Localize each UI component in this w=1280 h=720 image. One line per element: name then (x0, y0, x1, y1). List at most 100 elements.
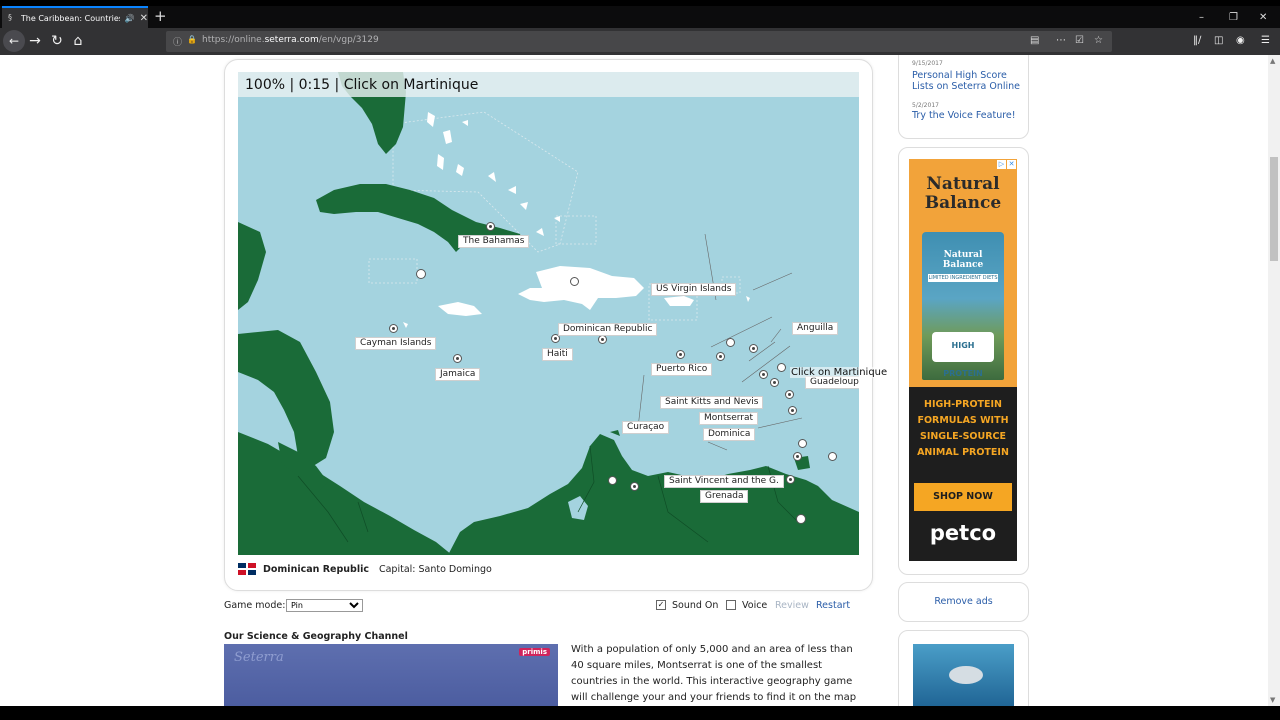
petco-ad[interactable]: ▷ ✕ Natural Balance Natural Balance LIMI… (909, 159, 1017, 561)
scroll-up-icon[interactable]: ▲ (1270, 57, 1275, 65)
pin-trinidad[interactable] (796, 514, 806, 524)
label-anguilla: Anguilla (792, 322, 839, 335)
minimize-button[interactable]: – (1199, 12, 1204, 23)
game-mode-select[interactable]: Pin (286, 599, 363, 612)
ad-close-icon[interactable]: ✕ (1007, 160, 1016, 169)
home-button[interactable]: ⌂ (68, 32, 88, 50)
os-bottom-bar (0, 706, 1280, 720)
turks-caicos-outline (555, 215, 597, 245)
pin-skn[interactable] (759, 370, 768, 379)
scroll-down-icon[interactable]: ▼ (1270, 696, 1275, 704)
restart-link[interactable]: Restart (816, 600, 850, 611)
country-info: Dominican Republic Capital: Santo Doming… (238, 559, 492, 579)
scrollbar-thumb[interactable] (1270, 157, 1278, 261)
sound-checkbox[interactable]: ✓ (656, 600, 666, 610)
label-haiti: Haiti (542, 348, 573, 361)
account-icon[interactable]: ◉ (1236, 35, 1245, 46)
review-link[interactable]: Review (775, 600, 809, 611)
news-link[interactable]: Personal High Score Lists on Seterra Onl… (912, 70, 1022, 92)
shark-thumbnail-image[interactable] (913, 644, 1014, 706)
abc-islands (610, 430, 620, 436)
video-thumb-box[interactable] (898, 630, 1029, 706)
url-text[interactable]: https://online.seterra.com/en/vgp/3129 (202, 35, 379, 45)
nav-bar: ← → ↻ ⌂ ⓘ 🔒 https://online.seterra.com/e… (0, 28, 1280, 55)
video-player[interactable]: Seterra primis (224, 644, 558, 706)
pin-bvi[interactable] (726, 338, 735, 347)
pin-montserrat[interactable] (770, 378, 779, 387)
page-scrollbar[interactable]: ▲ ▼ (1268, 55, 1280, 706)
pin-anguilla[interactable] (749, 344, 758, 353)
info-icon[interactable]: ⓘ (173, 35, 182, 48)
label-jamaica: Jamaica (435, 368, 481, 381)
dominican-republic-flag-icon (238, 563, 256, 575)
pin-aruba[interactable] (608, 476, 617, 485)
tab-title: The Caribbean: Countries - Map Quiz Game (20, 13, 120, 23)
label-bahamas: The Bahamas (458, 235, 530, 248)
tab-strip: § The Caribbean: Countries - Map Quiz Ga… (0, 6, 1280, 28)
game-description: With a population of only 5,000 and an a… (571, 644, 857, 703)
forward-button[interactable]: → (25, 32, 45, 50)
ad-brand: Natural Balance (924, 174, 1002, 213)
cursor-tooltip: Click on Martinique (790, 367, 889, 378)
new-tab-button[interactable]: + (154, 9, 167, 24)
label-svg: Saint Vincent and the G. (664, 475, 784, 488)
pin-turks-caicos[interactable] (570, 277, 579, 286)
news-date: 5/2/2017 (912, 102, 939, 109)
country-name: Dominican Republic (263, 563, 369, 575)
pin-saint-lucia[interactable] (793, 452, 802, 461)
library-icon[interactable]: ‖∕ (1193, 35, 1201, 46)
restore-button[interactable]: ❐ (1229, 12, 1238, 23)
tab-close-icon[interactable]: ✕ (140, 13, 148, 24)
central-america-land (238, 432, 452, 555)
speaker-icon[interactable]: 🔊 (125, 14, 135, 23)
bookmark-star-icon[interactable]: ☆ (1094, 35, 1103, 46)
game-controls: Game mode: Pin ✓ Sound On Voice Review R… (224, 598, 874, 614)
pin-martinique[interactable] (798, 439, 807, 448)
url-bar[interactable]: ⓘ 🔒 https://online.seterra.com/en/vgp/31… (166, 31, 1112, 52)
pin-jamaica[interactable] (453, 354, 462, 363)
puerto-rico-land (664, 296, 694, 306)
reader-view-icon[interactable]: ▤ (1030, 35, 1039, 46)
video-badge: primis (519, 648, 550, 656)
label-curacao: Curaçao (622, 421, 670, 434)
pin-cuba[interactable] (416, 269, 426, 279)
sound-label[interactable]: Sound On (672, 600, 718, 611)
pocket-icon[interactable]: ☑ (1075, 35, 1084, 46)
label-grenada: Grenada (700, 490, 749, 503)
menu-icon[interactable]: ☰ (1261, 35, 1270, 46)
quiz-status: 100% | 0:15 | Click on Martinique (238, 72, 859, 97)
label-usvi: US Virgin Islands (651, 283, 737, 296)
voice-label[interactable]: Voice (742, 600, 767, 611)
sidebar-icon[interactable]: ◫ (1214, 35, 1223, 46)
shop-now-button[interactable]: SHOP NOW (914, 483, 1012, 511)
adchoices-icon[interactable]: ▷ (997, 160, 1006, 169)
pin-dominica[interactable] (788, 406, 797, 415)
favicon-icon: § (8, 13, 12, 22)
voice-checkbox[interactable] (726, 600, 736, 610)
pin-bahamas[interactable] (486, 222, 495, 231)
back-button[interactable]: ← (3, 30, 25, 52)
pin-saint-vincent[interactable] (786, 475, 795, 484)
close-window-button[interactable]: ✕ (1259, 12, 1267, 23)
pin-barbados[interactable] (828, 452, 837, 461)
game-mode-label: Game mode: (224, 600, 286, 611)
label-dominica: Dominica (703, 428, 756, 441)
pin-dominican-republic[interactable] (598, 335, 607, 344)
label-puerto-rico: Puerto Rico (651, 363, 713, 376)
page-actions-icon[interactable]: ⋯ (1056, 35, 1066, 46)
remove-ads-link[interactable]: Remove ads (898, 582, 1029, 622)
tab-active[interactable]: § The Caribbean: Countries - Map Quiz Ga… (2, 6, 148, 28)
lock-icon[interactable]: 🔒 (187, 35, 197, 44)
pin-cayman[interactable] (389, 324, 398, 333)
label-skn: Saint Kitts and Nevis (660, 396, 764, 409)
capital-text: Capital: Santo Domingo (378, 563, 492, 575)
news-link[interactable]: Try the Voice Feature! (912, 110, 1022, 121)
pin-curacao[interactable] (630, 482, 639, 491)
pin-guadeloupe[interactable] (785, 390, 794, 399)
pin-saint-martin[interactable] (777, 363, 786, 372)
pin-usvi[interactable] (716, 352, 725, 361)
reload-button[interactable]: ↻ (47, 32, 67, 50)
map-area[interactable]: 100% | 0:15 | Click on Martinique The Ba… (238, 72, 859, 555)
pin-puerto-rico[interactable] (676, 350, 685, 359)
ad-choices[interactable]: ▷ ✕ (997, 160, 1016, 169)
